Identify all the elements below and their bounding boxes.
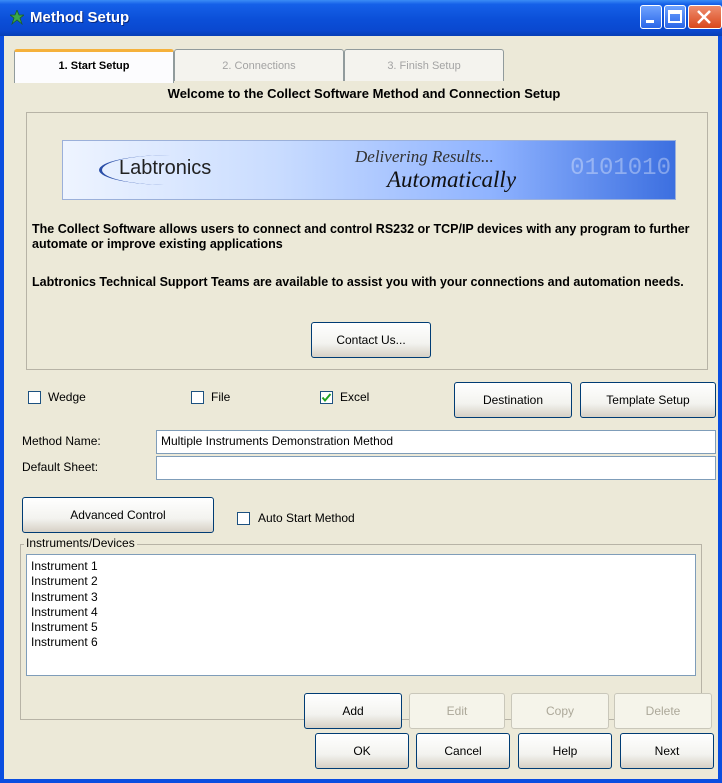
banner-tagline-1: Delivering Results... [355, 147, 494, 166]
auto-start-label: Auto Start Method [258, 511, 355, 525]
list-item[interactable]: Instrument 3 [31, 590, 691, 605]
minimize-icon [646, 20, 654, 23]
window-title: Method Setup [30, 9, 130, 26]
tab-connections[interactable]: 2. Connections [174, 49, 344, 81]
list-item[interactable]: Instrument 1 [31, 559, 691, 574]
list-item[interactable]: Instrument 5 [31, 620, 691, 635]
maximize-icon [668, 10, 682, 23]
excel-label: Excel [340, 390, 370, 404]
dialog-client: 1. Start Setup 2. Connections 3. Finish … [4, 36, 718, 779]
info-paragraph-1: The Collect Software allows users to con… [32, 222, 690, 251]
instruments-listbox[interactable]: Instrument 1 Instrument 2 Instrument 3 I… [26, 554, 696, 676]
wedge-checkbox[interactable] [28, 391, 41, 404]
template-setup-button[interactable]: Template Setup [580, 382, 716, 418]
ok-button[interactable]: OK [315, 733, 409, 769]
cancel-button[interactable]: Cancel [416, 733, 510, 769]
file-label: File [211, 390, 231, 404]
minimize-button[interactable] [640, 5, 662, 29]
binary-decoration: 0101010 [570, 155, 671, 182]
tab-finish-setup[interactable]: 3. Finish Setup [344, 49, 504, 81]
tab-start-setup[interactable]: 1. Start Setup [14, 49, 174, 83]
maximize-button[interactable] [664, 5, 686, 29]
contact-us-button[interactable]: Contact Us... [311, 322, 431, 358]
method-name-field[interactable]: Multiple Instruments Demonstration Metho… [156, 430, 716, 454]
banner-tagline-2: Automatically [387, 167, 517, 192]
close-icon [697, 10, 711, 24]
check-mark-icon [321, 393, 332, 403]
default-sheet-label: Default Sheet: [22, 460, 99, 474]
destination-button[interactable]: Destination [454, 382, 572, 418]
labtronics-banner: Labtronics Delivering Results... Automat… [62, 140, 676, 200]
welcome-heading: Welcome to the Collect Software Method a… [167, 86, 561, 101]
list-item[interactable]: Instrument 6 [31, 635, 691, 650]
wedge-label: Wedge [48, 390, 86, 404]
method-setup-window: Method Setup 1. Start Setup 2. Connectio… [0, 0, 722, 783]
close-button[interactable] [688, 5, 722, 29]
next-button[interactable]: Next [620, 733, 714, 769]
title-bar[interactable]: Method Setup [0, 0, 722, 36]
method-name-label: Method Name: [22, 434, 101, 448]
add-button[interactable]: Add [304, 693, 402, 729]
info-paragraph-2: Labtronics Technical Support Teams are a… [32, 275, 684, 289]
delete-button[interactable]: Delete [614, 693, 712, 729]
list-item[interactable]: Instrument 4 [31, 605, 691, 620]
logo-text: Labtronics [119, 157, 212, 179]
default-sheet-field[interactable] [156, 456, 716, 480]
auto-start-checkbox[interactable] [237, 512, 250, 525]
copy-button[interactable]: Copy [511, 693, 609, 729]
instruments-legend: Instruments/Devices [24, 536, 137, 550]
app-icon [10, 10, 24, 26]
excel-checkbox[interactable] [320, 391, 333, 404]
advanced-control-button[interactable]: Advanced Control [22, 497, 214, 533]
file-checkbox[interactable] [191, 391, 204, 404]
list-item[interactable]: Instrument 2 [31, 574, 691, 589]
help-button[interactable]: Help [518, 733, 612, 769]
edit-button[interactable]: Edit [409, 693, 505, 729]
